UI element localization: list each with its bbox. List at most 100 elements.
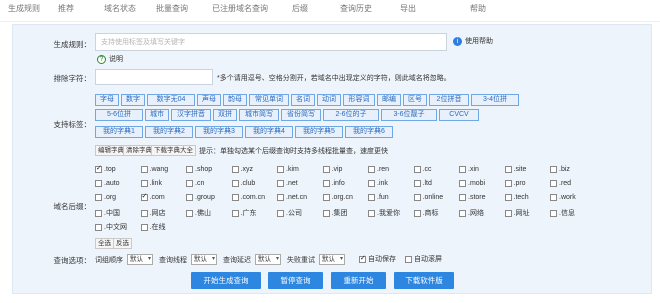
- suffix-checkbox[interactable]: .net: [277, 180, 298, 187]
- invert-select-button[interactable]: 反选: [113, 238, 132, 249]
- suffix-checkbox[interactable]: .info: [322, 180, 345, 187]
- suffix-checkbox[interactable]: .red: [550, 180, 571, 187]
- autoscroll-checkbox[interactable]: 自动滚屏: [405, 254, 442, 264]
- top-nav-item[interactable]: 导出: [400, 3, 416, 14]
- top-nav-item[interactable]: 域名状态: [104, 3, 136, 14]
- suffix-checkbox[interactable]: .online: [413, 194, 443, 201]
- suffix-checkbox[interactable]: .cn: [186, 180, 204, 187]
- suffix-checkbox[interactable]: .com: [140, 192, 165, 201]
- autosave-checkbox[interactable]: 自动保存: [359, 254, 396, 264]
- top-nav-item[interactable]: 帮助: [470, 3, 486, 14]
- suffix-checkbox[interactable]: .group: [186, 194, 215, 201]
- tag-button[interactable]: 2-6位的子: [323, 109, 379, 121]
- suffix-checkbox[interactable]: .work: [550, 194, 576, 201]
- suffix-checkbox[interactable]: .club: [231, 180, 255, 187]
- suffix-checkbox[interactable]: .com.cn: [231, 194, 265, 201]
- tag-button[interactable]: 形容词: [343, 94, 375, 106]
- thread-select[interactable]: 默认: [191, 254, 217, 265]
- top-nav-item[interactable]: 批量查询: [156, 3, 188, 14]
- tag-button[interactable]: 邮编: [377, 94, 401, 106]
- order-select[interactable]: 默认: [127, 254, 153, 265]
- usage-help-link[interactable]: i 使用帮助: [453, 36, 493, 46]
- start-query-button[interactable]: 开始生成查询: [191, 272, 261, 289]
- suffix-checkbox[interactable]: .pro: [504, 180, 526, 187]
- tag-button[interactable]: 3-6位靓子: [381, 109, 437, 121]
- suffix-checkbox[interactable]: .商标: [413, 208, 438, 218]
- tag-button[interactable]: 省份简写: [281, 109, 321, 121]
- suffix-checkbox[interactable]: .site: [504, 166, 526, 173]
- tag-button[interactable]: 3-4位拼: [471, 94, 519, 106]
- suffix-checkbox[interactable]: .信息: [550, 208, 575, 218]
- tag-button[interactable]: 我的字典5: [295, 126, 343, 138]
- exclude-input[interactable]: [95, 69, 213, 85]
- suffix-checkbox[interactable]: .xin: [459, 166, 479, 173]
- tag-button[interactable]: 常见单词: [249, 94, 289, 106]
- tag-button[interactable]: 城市简写: [239, 109, 279, 121]
- tag-button[interactable]: 名词: [291, 94, 315, 106]
- suffix-checkbox[interactable]: .xyz: [231, 166, 253, 173]
- suffix-checkbox[interactable]: .fun: [368, 194, 389, 201]
- suffix-checkbox[interactable]: .mobi: [459, 180, 485, 187]
- suffix-checkbox[interactable]: .集团: [322, 208, 347, 218]
- suffix-checkbox[interactable]: .wang: [140, 166, 168, 173]
- suffix-checkbox[interactable]: .shop: [186, 166, 212, 173]
- tag-button[interactable]: 汉字拼音: [171, 109, 211, 121]
- suffix-checkbox[interactable]: .我爱你: [368, 208, 400, 218]
- tag-button[interactable]: 城市: [145, 109, 169, 121]
- tag-button[interactable]: 韵母: [223, 94, 247, 106]
- top-nav-item[interactable]: 已注册域名查询: [212, 3, 268, 14]
- suffix-checkbox[interactable]: .ltd: [413, 180, 432, 187]
- tag-button[interactable]: 数字无04: [147, 94, 195, 106]
- suffix-checkbox[interactable]: .广东: [231, 208, 256, 218]
- retry-select[interactable]: 默认: [319, 254, 345, 265]
- suffix-checkbox[interactable]: .ink: [368, 180, 388, 187]
- suffix-checkbox[interactable]: .网店: [140, 208, 165, 218]
- rule-input[interactable]: [95, 33, 447, 51]
- suffix-checkbox[interactable]: .top: [95, 164, 116, 173]
- tag-button[interactable]: CVCV: [439, 109, 479, 121]
- tag-button[interactable]: 我的字典2: [145, 126, 193, 138]
- top-nav-item[interactable]: 后缀: [292, 3, 308, 14]
- download-software-button[interactable]: 下载软件版: [394, 272, 454, 289]
- suffix-checkbox[interactable]: .网络: [459, 208, 484, 218]
- top-nav-item[interactable]: 查询历史: [340, 3, 372, 14]
- suffix-checkbox[interactable]: .org.cn: [322, 194, 353, 201]
- suffix-checkbox[interactable]: .biz: [550, 166, 570, 173]
- pause-query-button[interactable]: 暂停查询: [268, 272, 323, 289]
- suffix-checkbox[interactable]: .org: [95, 194, 116, 201]
- tag-button[interactable]: 我的字典6: [345, 126, 393, 138]
- rule-tip-link[interactable]: ? 说明: [97, 54, 123, 64]
- select-all-button[interactable]: 全选: [95, 238, 114, 249]
- suffix-checkbox[interactable]: .中国: [95, 208, 120, 218]
- tag-button[interactable]: 数字: [121, 94, 145, 106]
- tag-button[interactable]: 双拼: [213, 109, 237, 121]
- suffix-checkbox[interactable]: .kim: [277, 166, 299, 173]
- suffix-checkbox[interactable]: .佛山: [186, 208, 211, 218]
- tag-button[interactable]: 动词: [317, 94, 341, 106]
- suffix-checkbox[interactable]: .vip: [322, 166, 342, 173]
- tag-button[interactable]: 2位拼音: [429, 94, 469, 106]
- tag-button[interactable]: 区号: [403, 94, 427, 106]
- suffix-checkbox[interactable]: .cc: [413, 166, 431, 173]
- top-nav-item[interactable]: 推荐: [58, 3, 74, 14]
- suffix-checkbox[interactable]: .link: [140, 180, 162, 187]
- tag-button[interactable]: 我的字典3: [195, 126, 243, 138]
- tag-button[interactable]: 声母: [197, 94, 221, 106]
- suffix-checkbox[interactable]: .store: [459, 194, 486, 201]
- top-nav-item[interactable]: 生成规则: [8, 3, 40, 14]
- delay-select[interactable]: 默认: [255, 254, 281, 265]
- tag-button[interactable]: 字母: [95, 94, 119, 106]
- suffix-checkbox[interactable]: .net.cn: [277, 194, 307, 201]
- tag-button[interactable]: 我的字典1: [95, 126, 143, 138]
- suffix-checkbox[interactable]: .tech: [504, 194, 529, 201]
- suffix-checkbox[interactable]: .auto: [95, 180, 120, 187]
- restart-button[interactable]: 重新开始: [331, 272, 386, 289]
- suffix-checkbox[interactable]: .公司: [277, 208, 302, 218]
- tag-button[interactable]: 我的字典4: [245, 126, 293, 138]
- suffix-checkbox[interactable]: .ren: [368, 166, 389, 173]
- suffix-checkbox[interactable]: .中文网: [95, 222, 127, 232]
- download-dict-button[interactable]: 下载字典大全: [151, 145, 196, 156]
- suffix-checkbox[interactable]: .在线: [140, 222, 165, 232]
- suffix-checkbox[interactable]: .网址: [504, 208, 529, 218]
- tag-button[interactable]: 5-6位拼: [95, 109, 143, 121]
